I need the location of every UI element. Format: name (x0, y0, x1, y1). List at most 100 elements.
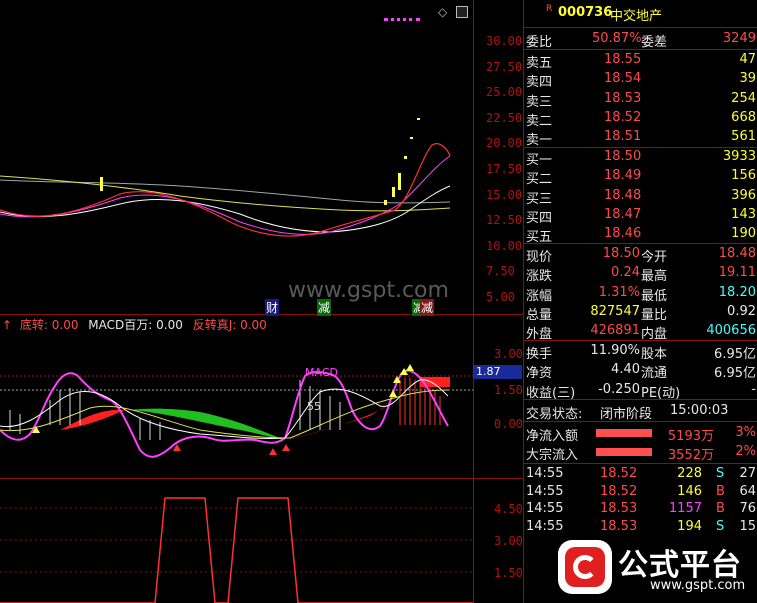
y-tick-label: 20.00 (486, 136, 523, 151)
stat-label: 换手 (526, 347, 553, 362)
trade-status-value: 闭市阶段 (600, 407, 653, 422)
order-book-row[interactable]: 买二 18.49 156 (524, 167, 757, 187)
order-book-row[interactable]: 卖三 18.53 254 (524, 90, 757, 110)
trade-status-row: 交易状态: 闭市阶段 15:00:03 (524, 402, 757, 422)
y-tick-label: 0.00 (494, 417, 523, 431)
order-book-row[interactable]: 卖五 18.55 47 (524, 51, 757, 71)
divider (524, 49, 757, 50)
event-label-cai[interactable]: 财 (265, 299, 280, 316)
stat-label: 现价 (526, 250, 553, 265)
tick-side: S (716, 466, 725, 481)
order-book-row[interactable]: 卖四 18.54 39 (524, 70, 757, 90)
candle (398, 173, 401, 190)
y-tick-label: 1.50 (494, 383, 523, 397)
stat-value: -0.250 (598, 381, 640, 397)
stat-value: 6.95亿 (714, 366, 756, 382)
weibi-value: 50.87% (592, 31, 642, 46)
order-book-row[interactable]: 买五 18.46 190 (524, 225, 757, 245)
macd-annotation: MACD (305, 366, 338, 379)
order-book-row[interactable]: 买一 18.50 3933 (524, 148, 757, 168)
stat-row: 净资 4.40 流通 6.95亿 (524, 361, 757, 382)
tick-count: 64 (739, 483, 756, 499)
stock-title: R 000736 中交地产 (524, 4, 757, 24)
level-volume: 254 (731, 90, 756, 106)
level-volume: 39 (739, 71, 756, 87)
ma-line-gray (0, 179, 451, 204)
stat-label: 涨跌 (526, 269, 553, 285)
axis-divider (473, 0, 474, 603)
stat-value: 426891 (590, 323, 640, 339)
stat-label: PE(动) (641, 385, 681, 401)
stat-value: 0.24 (611, 265, 640, 281)
y-tick-label: 5.00 (486, 290, 515, 304)
stat-row: 总量 827547 量比 0.92 (524, 303, 757, 323)
level-volume: 156 (731, 168, 756, 184)
ma-line-white (0, 185, 451, 233)
y-tick-label: 27.50 (486, 59, 523, 74)
level-volume: 190 (731, 226, 756, 242)
tick-row[interactable]: 14:55 18.52 146 B 64 (524, 483, 757, 502)
flow-bar (596, 448, 652, 456)
tick-volume: 1157 (668, 501, 702, 517)
stat-value: 827547 (590, 303, 640, 319)
level-price: 18.48 (604, 187, 642, 203)
order-book-row[interactable]: 卖一 18.51 561 (524, 128, 757, 148)
level-price: 18.54 (604, 71, 642, 87)
weicha-value: 3249 (722, 31, 756, 46)
tick-price: 18.52 (600, 483, 638, 499)
flow-amount: 3552万 (667, 448, 714, 463)
tick-time: 14:55 (526, 501, 564, 517)
stat-label: 最低 (641, 288, 668, 304)
y-tick-label: 3.00 (494, 534, 523, 548)
trade-status-label: 交易状态: (526, 407, 583, 422)
divider (524, 243, 757, 244)
level-volume: 668 (731, 109, 756, 125)
stat-label: 总量 (526, 307, 553, 323)
y-tick-label: 7.50 (486, 264, 515, 279)
y-tick-label: 25.00 (486, 85, 523, 100)
order-book-row[interactable]: 买四 18.47 143 (524, 206, 757, 226)
divider (524, 340, 757, 341)
stat-value: 18.50 (602, 246, 640, 261)
tick-side: B (716, 501, 725, 517)
order-book-row[interactable]: 卖二 18.52 668 (524, 109, 757, 129)
y-tick-label: 12.50 (486, 213, 523, 228)
tick-row[interactable]: 14:55 18.52 228 S 27 (524, 465, 757, 484)
stock-name[interactable]: 中交地产 (610, 5, 662, 24)
y-tick-label: 3.00 (494, 347, 523, 361)
y-tick-label: 1.50 (494, 566, 523, 580)
flow-pct: 2% (735, 444, 756, 459)
tick-price: 18.52 (600, 466, 638, 481)
divider (524, 421, 757, 422)
chart-area[interactable]: ◇ 30.00 27.50 25.00 22.50 20.00 17.50 15.00 12.… (0, 0, 523, 603)
stat-value: 6.95亿 (714, 347, 756, 362)
level-price: 18.52 (604, 109, 642, 125)
stat-value: 18.20 (718, 284, 756, 300)
stat-label: 今开 (641, 250, 668, 265)
candle (404, 156, 407, 159)
order-book-row[interactable]: 买三 18.48 396 (524, 187, 757, 207)
stat-label: 涨幅 (526, 288, 553, 304)
candle (410, 137, 413, 139)
level-price: 18.53 (604, 90, 642, 106)
stat-value: - (751, 381, 756, 397)
quote-panel: R 000736 中交地产 委比 50.87% 委差 3249 卖五 18.55 4… (523, 0, 757, 603)
level-volume: 47 (739, 52, 756, 67)
level-price: 18.50 (604, 149, 642, 164)
stat-row: 收益(三) -0.250 PE(动) - (524, 381, 757, 401)
divider (524, 27, 757, 28)
stock-code[interactable]: 000736 (558, 5, 612, 20)
tick-price: 18.53 (600, 501, 638, 517)
flow-row: 大宗流入 3552万 2% (524, 443, 757, 463)
divider (524, 463, 757, 464)
flow-label: 大宗流入 (526, 448, 579, 463)
stat-label: 收益(三) (526, 385, 576, 401)
level-volume: 396 (731, 187, 756, 203)
trade-status-time: 15:00:03 (670, 403, 729, 418)
stat-label: 股本 (641, 347, 668, 362)
tick-row[interactable]: 14:55 18.53 1157 B 76 (524, 500, 757, 519)
macd-chart: MACD 55 (0, 364, 473, 458)
stock-marker: R (546, 4, 553, 14)
tick-count: 27 (739, 466, 756, 481)
flow-pct: 3% (735, 425, 756, 440)
